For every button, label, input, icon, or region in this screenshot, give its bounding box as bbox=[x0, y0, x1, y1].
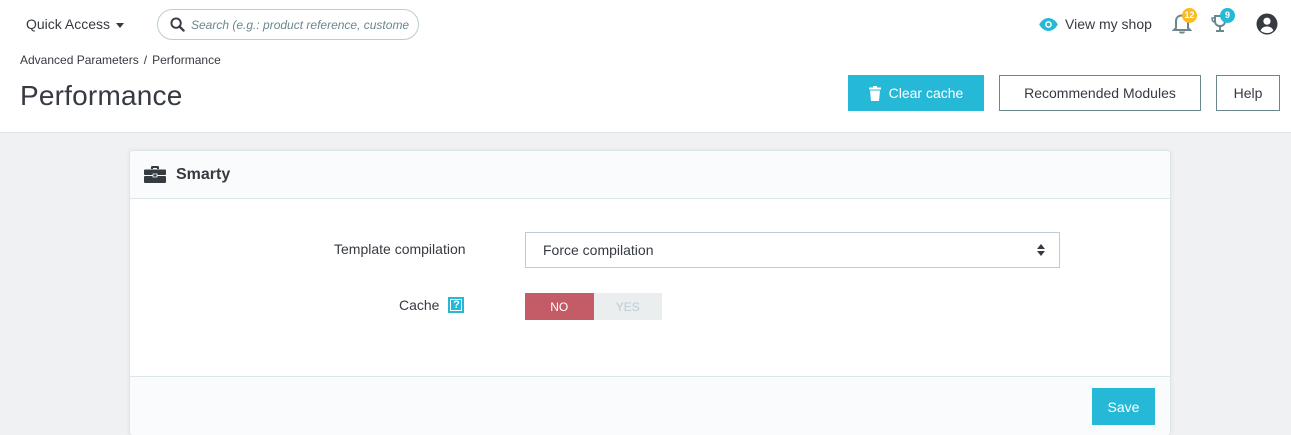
customers-count-badge: 9 bbox=[1220, 8, 1235, 23]
cache-toggle-no[interactable]: NO bbox=[525, 293, 594, 320]
cache-toggle[interactable]: NO YES bbox=[525, 293, 662, 320]
recommended-modules-button[interactable]: Recommended Modules bbox=[999, 75, 1201, 111]
panel-heading: Smarty bbox=[130, 151, 1170, 199]
customers-notification[interactable]: 9 bbox=[1210, 8, 1235, 39]
help-question-icon[interactable]: ? bbox=[448, 297, 465, 313]
sort-arrows-icon bbox=[1037, 244, 1045, 256]
eye-icon bbox=[1039, 17, 1058, 31]
cache-label: Cache bbox=[399, 297, 440, 313]
user-circle-icon bbox=[1256, 13, 1278, 35]
search-box[interactable] bbox=[157, 9, 419, 40]
smarty-panel: Smarty Template compilation Force compil… bbox=[129, 150, 1171, 435]
save-button[interactable]: Save bbox=[1092, 388, 1155, 425]
search-input[interactable] bbox=[191, 17, 416, 32]
quick-access-label: Quick Access bbox=[26, 16, 111, 32]
view-my-shop-link[interactable]: View my shop bbox=[1039, 16, 1152, 32]
caret-down-icon bbox=[116, 22, 125, 28]
template-compilation-label: Template compilation bbox=[334, 241, 466, 257]
cache-toggle-yes[interactable]: YES bbox=[593, 293, 662, 320]
page-title: Performance bbox=[20, 80, 183, 111]
breadcrumb-separator: / bbox=[143, 53, 148, 67]
search-icon[interactable] bbox=[170, 17, 185, 32]
panel-footer: Save bbox=[130, 376, 1170, 435]
panel-title: Smarty bbox=[176, 165, 231, 183]
main-content: Smarty Template compilation Force compil… bbox=[0, 132, 1291, 435]
breadcrumb: Advanced Parameters / Performance bbox=[20, 53, 221, 67]
top-header: Quick Access View my shop 12 bbox=[0, 0, 1291, 50]
trash-icon bbox=[868, 85, 881, 101]
clear-cache-label: Clear cache bbox=[888, 85, 964, 101]
template-compilation-select[interactable]: Force compilation bbox=[525, 232, 1060, 268]
template-compilation-value: Force compilation bbox=[543, 242, 654, 258]
cache-label-row: Cache ? bbox=[399, 297, 465, 313]
quick-access-dropdown[interactable]: Quick Access bbox=[26, 16, 125, 32]
user-avatar[interactable] bbox=[1256, 13, 1278, 40]
orders-count-badge: 12 bbox=[1182, 8, 1197, 23]
briefcase-icon bbox=[144, 166, 166, 183]
view-my-shop-label: View my shop bbox=[1065, 16, 1152, 32]
breadcrumb-item-performance: Performance bbox=[152, 53, 221, 67]
orders-notification[interactable]: 12 bbox=[1171, 8, 1197, 39]
clear-cache-button[interactable]: Clear cache bbox=[848, 75, 984, 111]
breadcrumb-item-advanced-parameters[interactable]: Advanced Parameters bbox=[20, 53, 139, 67]
help-button[interactable]: Help bbox=[1216, 75, 1280, 111]
